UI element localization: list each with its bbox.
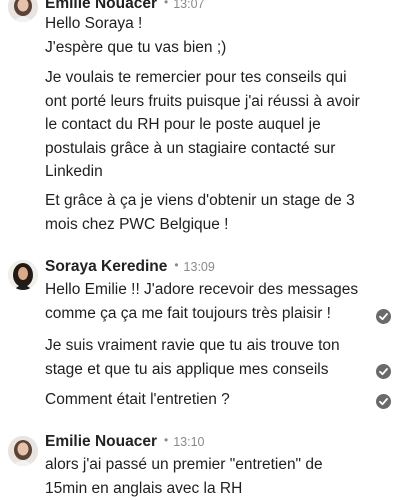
timestamp: 13:07 (173, 0, 205, 11)
message-text: Je voulais te remercier pour tes conseil… (45, 66, 365, 184)
message-text: Comment était l'entretien ? (45, 388, 365, 412)
message-text: Hello Emilie !! J'adore recevoir des mes… (45, 278, 365, 325)
text-line: le contact du RH pour le poste auquel je (45, 116, 321, 133)
text-line: Et grâce à ça je viens d'obtenir un stag… (45, 192, 355, 209)
text-line: Linkedin (45, 163, 103, 180)
text-line: Je suis vraiment ravie que tu ais trouve… (45, 337, 340, 354)
text-line: mois chez PWC Belgique ! (45, 215, 229, 233)
message-text: Je suis vraiment ravie que tu ais trouve… (45, 334, 365, 381)
separator-dot: • (174, 258, 179, 272)
separator-dot: • (164, 0, 169, 9)
message-text: Et grâce à ça je viens d'obtenir un stag… (45, 189, 365, 236)
message-text: Hello Soraya ! J'espère que tu vas bien … (45, 12, 365, 59)
sender-name[interactable]: Emilie Nouacer (45, 433, 157, 450)
text-line: Comment était l'entretien ? (45, 391, 230, 408)
separator-dot: • (164, 433, 169, 447)
text-line: ont porté leurs fruits puisque j'ai réus… (45, 92, 360, 110)
message-text: alors j'ai passé un premier "entretien" … (45, 453, 365, 500)
text-line: J'espère que tu vas bien ;) (45, 38, 227, 56)
text-line: Hello Emilie !! J'adore recevoir des mes… (45, 281, 359, 298)
read-receipt-check-icon (376, 394, 391, 409)
avatar-emilie[interactable] (8, 436, 38, 466)
timestamp: 13:10 (173, 435, 205, 449)
avatar-soraya[interactable] (8, 260, 38, 290)
read-receipt-check-icon (376, 364, 391, 379)
timestamp: 13:09 (183, 260, 215, 274)
sender-name[interactable]: Soraya Keredine (45, 258, 167, 275)
sender-name[interactable]: Emilie Nouacer (45, 0, 157, 12)
text-line: stage et que tu ais applique mes conseil… (45, 360, 329, 378)
text-line: 15min en anglais avec la RH (45, 479, 243, 497)
avatar-emilie[interactable] (8, 0, 38, 22)
text-line: postulais grâce à un stagiaire contacté … (45, 139, 336, 157)
text-line: comme ça ça me fait toujours très plaisi… (45, 304, 331, 322)
text-line: Hello Soraya ! (45, 15, 143, 32)
message-header: Emilie Nouacer • 13:10 (45, 433, 204, 455)
read-receipt-check-icon (376, 309, 391, 324)
text-line: alors j'ai passé un premier "entretien" … (45, 456, 323, 473)
text-line: Je voulais te remercier pour tes conseil… (45, 69, 347, 86)
message-header: Soraya Keredine • 13:09 (45, 258, 215, 280)
